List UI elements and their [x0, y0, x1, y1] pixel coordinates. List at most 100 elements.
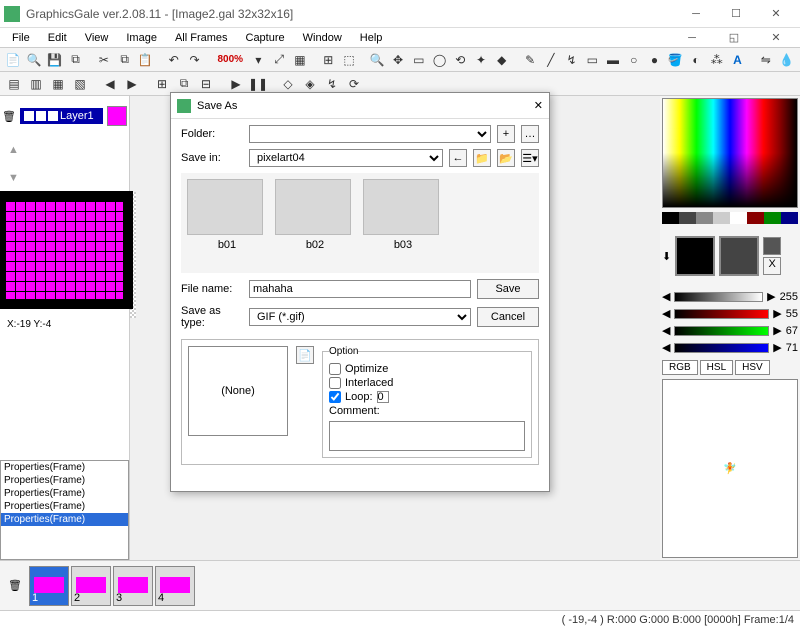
color-palette[interactable] [662, 98, 798, 208]
loop-spinner[interactable] [377, 391, 389, 403]
cut-icon[interactable]: ✂ [95, 50, 114, 70]
grid-icon[interactable]: ▦ [291, 50, 310, 70]
frame-trash-icon[interactable]: 🗑 [8, 579, 22, 592]
mdi-min-icon[interactable]: ─ [672, 25, 712, 51]
slider-g[interactable] [674, 326, 769, 336]
file-thumb[interactable]: b03 [363, 179, 443, 267]
menu-help[interactable]: Help [352, 30, 391, 46]
menu-image[interactable]: Image [118, 30, 165, 46]
folder-more-button[interactable]: … [521, 125, 539, 143]
dialog-close-icon[interactable]: ✕ [534, 99, 543, 112]
interlaced-checkbox[interactable] [329, 377, 341, 389]
swap-down-icon[interactable]: ⬇ [662, 250, 671, 263]
fill-icon[interactable]: 🪣 [666, 50, 685, 70]
tb2-b[interactable]: ▥ [26, 74, 46, 94]
folder-select[interactable] [249, 125, 491, 143]
save-button[interactable]: Save [477, 279, 539, 299]
new-folder-icon[interactable]: 📂 [497, 149, 515, 167]
lasso-icon[interactable]: ⟲ [451, 50, 470, 70]
delframe-icon[interactable]: ⊟ [196, 74, 216, 94]
copy-icon[interactable]: ⧉ [115, 50, 134, 70]
tab-hsv[interactable]: HSV [735, 360, 770, 375]
oval-sel-icon[interactable]: ◯ [430, 50, 449, 70]
tb2-d[interactable]: ▧ [70, 74, 90, 94]
sw1[interactable] [763, 237, 781, 255]
sel-icon[interactable]: ⬚ [340, 50, 359, 70]
menu-edit[interactable]: Edit [40, 30, 75, 46]
minimize-button[interactable]: ─ [676, 1, 716, 27]
sw-x[interactable]: X [763, 257, 781, 275]
rect-icon[interactable]: ▭ [583, 50, 602, 70]
view-menu-icon[interactable]: ☰▾ [521, 149, 539, 167]
comment-textarea[interactable] [329, 421, 525, 451]
zoom-dn-icon[interactable]: ▾ [249, 50, 268, 70]
foval-icon[interactable]: ● [645, 50, 664, 70]
menu-allframes[interactable]: All Frames [167, 30, 236, 46]
onion-icon[interactable]: ◇ [278, 74, 298, 94]
paste-icon[interactable]: 📋 [136, 50, 155, 70]
d-icon[interactable]: ↯ [322, 74, 342, 94]
prop-item[interactable]: Properties(Frame) [1, 513, 128, 526]
conn-icon[interactable]: ↯ [562, 50, 581, 70]
slider-b[interactable] [674, 343, 769, 353]
tri-icon[interactable]: ◀ [662, 307, 670, 320]
fg-color[interactable] [675, 236, 715, 276]
flip-icon[interactable]: ⇋ [756, 50, 775, 70]
folder-add-button[interactable]: + [497, 125, 515, 143]
slider-r[interactable] [674, 309, 769, 319]
open-icon[interactable]: 🔍 [25, 50, 44, 70]
optimize-checkbox[interactable] [329, 363, 341, 375]
frame-2[interactable]: 2 [71, 566, 111, 606]
wand-icon[interactable]: ✦ [472, 50, 491, 70]
pause-icon[interactable]: ❚❚ [248, 74, 268, 94]
tri-icon[interactable]: ▶ [767, 290, 775, 303]
prev-frame-icon[interactable]: ◀ [100, 74, 120, 94]
file-thumb[interactable]: b01 [187, 179, 267, 267]
prop-item[interactable]: Properties(Frame) [1, 474, 128, 487]
e-icon[interactable]: ⟳ [344, 74, 364, 94]
prop-item[interactable]: Properties(Frame) [1, 461, 128, 474]
menu-file[interactable]: File [4, 30, 38, 46]
type-select[interactable]: GIF (*.gif) [249, 308, 471, 326]
swatch-row[interactable] [662, 212, 798, 224]
tab-hsl[interactable]: HSL [700, 360, 733, 375]
down-arrow-icon[interactable]: ▼ [8, 172, 20, 184]
bg-color[interactable] [719, 236, 759, 276]
tb2-c[interactable]: ▦ [48, 74, 68, 94]
redo-icon[interactable]: ↷ [185, 50, 204, 70]
tri-icon[interactable]: ▶ [773, 324, 781, 337]
dropper-icon[interactable]: 💧 [777, 50, 796, 70]
back-icon[interactable]: ← [449, 149, 467, 167]
magnify-icon[interactable]: 🔍 [368, 50, 387, 70]
frect-icon[interactable]: ▬ [604, 50, 623, 70]
text-icon[interactable]: A [728, 50, 747, 70]
slider-1[interactable] [674, 292, 763, 302]
savein-select[interactable]: pixelart04 [249, 149, 443, 167]
maximize-button[interactable]: ☐ [716, 1, 756, 27]
dupframe-icon[interactable]: ⧉ [174, 74, 194, 94]
mdi-close-icon[interactable]: ✕ [756, 25, 796, 51]
snap-icon[interactable]: ⊞ [319, 50, 338, 70]
rect-sel-icon[interactable]: ▭ [409, 50, 428, 70]
frame-1[interactable]: 1 [29, 566, 69, 606]
oval-icon[interactable]: ○ [624, 50, 643, 70]
menu-view[interactable]: View [77, 30, 117, 46]
new-icon[interactable]: 📄 [4, 50, 23, 70]
menu-window[interactable]: Window [295, 30, 350, 46]
frame-3[interactable]: 3 [113, 566, 153, 606]
play-icon[interactable]: ▶ [226, 74, 246, 94]
tri-icon[interactable]: ◀ [662, 341, 670, 354]
browse-icon[interactable]: ⧉ [66, 50, 85, 70]
trans-icon[interactable]: ◈ [300, 74, 320, 94]
filename-input[interactable] [249, 280, 471, 298]
addframe-icon[interactable]: ⊞ [152, 74, 172, 94]
layer-item[interactable]: Layer1 [20, 108, 103, 124]
file-thumb[interactable]: b02 [275, 179, 355, 267]
tab-rgb[interactable]: RGB [662, 360, 698, 375]
doc-icon[interactable]: 📄 [296, 346, 314, 364]
mdi-max-icon[interactable]: ◱ [714, 25, 754, 51]
zoom-level[interactable]: 800% [213, 54, 247, 65]
next-frame-icon[interactable]: ▶ [122, 74, 142, 94]
close-button[interactable]: ✕ [756, 1, 796, 27]
zoomfit-icon[interactable]: ⤢ [270, 50, 289, 70]
